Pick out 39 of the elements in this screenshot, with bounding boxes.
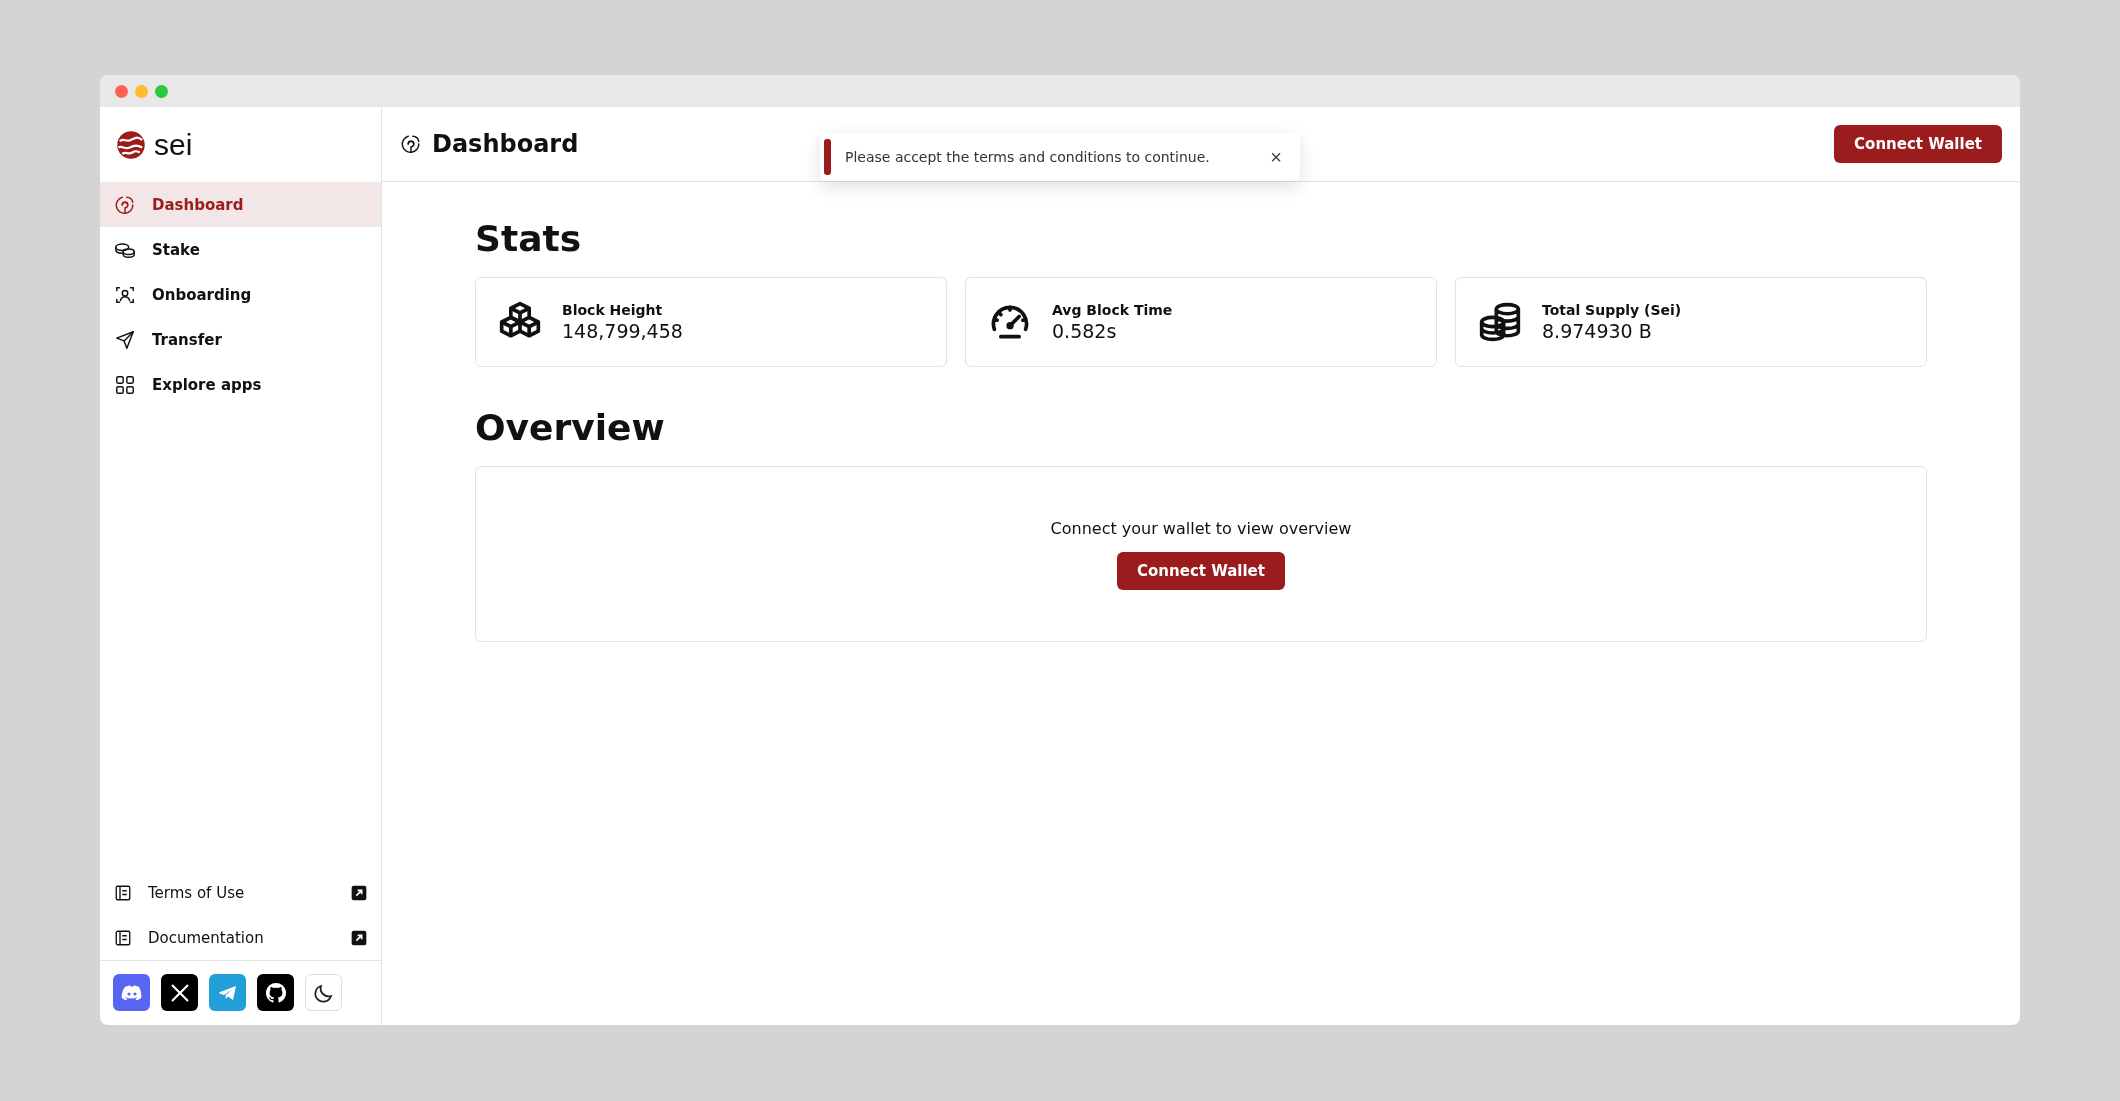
discord-button[interactable] [113, 974, 150, 1011]
grid-icon [114, 373, 136, 396]
overview-message: Connect your wallet to view overview [1050, 518, 1352, 538]
github-button[interactable] [257, 974, 294, 1011]
logo-text: sei [154, 127, 193, 162]
stat-value: 0.582s [1052, 320, 1118, 342]
book-icon [114, 928, 132, 947]
toast-accent-bar [824, 139, 831, 175]
stat-label: Block Height [562, 302, 664, 318]
cat-logo-icon [263, 980, 288, 1005]
connect-wallet-button[interactable]: Connect Wallet [1117, 551, 1285, 590]
external-link-icon [351, 929, 367, 946]
stat-label: Avg Block Time [1052, 302, 1173, 318]
book-icon [114, 883, 132, 902]
external-link-icon [351, 884, 367, 901]
stat-value: 148,799,458 [562, 320, 683, 342]
nav-item[interactable]: Onboarding [100, 272, 381, 317]
nav-item[interactable]: Explore apps [100, 362, 381, 407]
send-icon [114, 328, 136, 351]
stat-value: 8.974930 B [1542, 320, 1653, 342]
sidebar-link[interactable]: Documentation [100, 915, 381, 960]
toast-message: Please accept the terms and conditions to continue. [845, 149, 1211, 165]
coin-stack-icon [1478, 300, 1522, 344]
nav-item[interactable]: Stake [100, 227, 381, 272]
close-button[interactable]: × [1266, 145, 1286, 169]
sei-logo-icon [116, 129, 146, 160]
section-title: Overview [475, 407, 666, 448]
page-title: Dashboard [432, 130, 579, 158]
telegram-button[interactable] [209, 974, 246, 1011]
connect-wallet-button[interactable]: Connect Wallet [1834, 125, 2002, 163]
dark-mode-button[interactable] [305, 974, 342, 1011]
nav-item[interactable]: Transfer [100, 317, 381, 362]
stat-label: Total Supply (Sei) [1542, 302, 1682, 318]
section-title: Stats [475, 218, 583, 259]
close-window-button[interactable] [115, 84, 128, 98]
nav-item[interactable]: Dashboard [100, 182, 381, 227]
dashboard-icon [400, 133, 422, 155]
sidebar-link[interactable]: Terms of Use [100, 870, 381, 915]
x-button[interactable] [161, 974, 198, 1011]
